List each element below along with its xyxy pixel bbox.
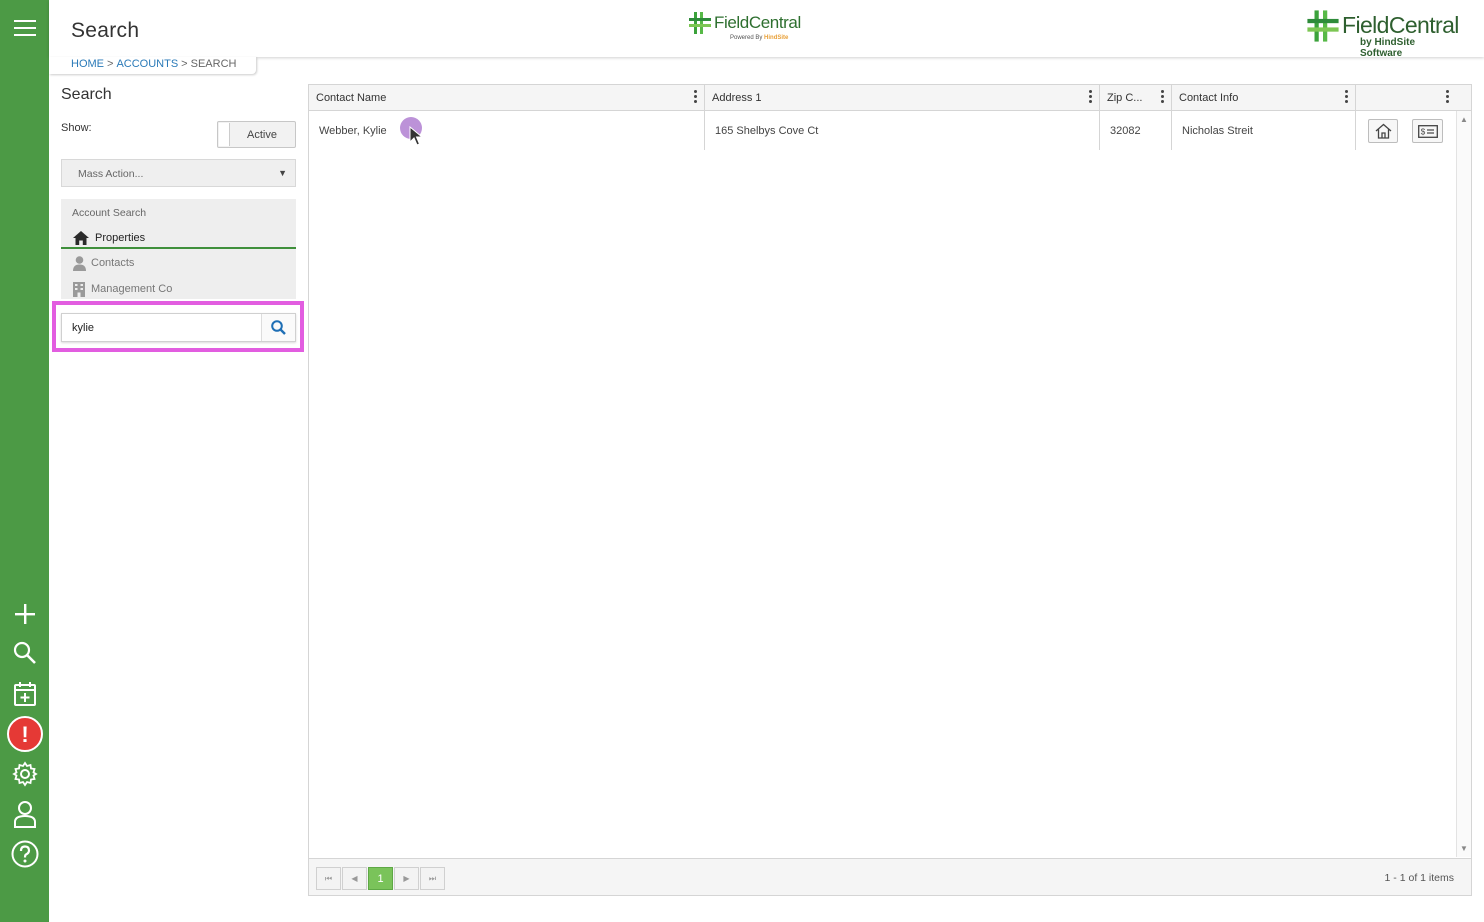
right-logo-brand: FieldCentral (1342, 12, 1459, 38)
last-page-button[interactable]: ⏭ (420, 867, 445, 890)
current-page-button[interactable]: 1 (368, 867, 393, 890)
search-panel-title: Search (61, 86, 112, 103)
scroll-down-icon[interactable]: ▼ (1460, 844, 1468, 853)
results-grid: Contact Name Address 1 Zip C... Contact … (308, 84, 1472, 896)
search-icon (13, 641, 36, 664)
toggle-label: Active (247, 129, 277, 141)
column-menu-icon[interactable] (1345, 90, 1349, 104)
cell-contact-info: Nicholas Streit (1172, 111, 1356, 150)
search-icon (271, 320, 286, 335)
schedule-button[interactable] (0, 676, 49, 712)
svg-text:$: $ (1420, 127, 1425, 136)
right-logo-tagline: by HindSite Software (1360, 37, 1416, 59)
toggle-knob (219, 123, 230, 146)
pager-info: 1 - 1 of 1 items (1384, 872, 1454, 884)
center-logo: FieldCentral Powered By HindSite (688, 11, 801, 47)
profile-button[interactable] (0, 796, 49, 832)
cursor-arrow-icon (409, 126, 423, 146)
table-row[interactable]: Webber, Kylie 165 Shelbys Cove Ct 32082 … (309, 111, 1456, 150)
search-submit-button[interactable] (261, 314, 295, 341)
building-icon (73, 282, 85, 297)
column-menu-icon[interactable] (1161, 90, 1165, 104)
breadcrumb: HOME > ACCOUNTS > SEARCH (49, 57, 256, 74)
billing-button[interactable]: $ (1412, 119, 1443, 143)
home-icon (73, 231, 89, 245)
vertical-scrollbar[interactable]: ▲ ▼ (1456, 111, 1471, 857)
help-button[interactable] (0, 836, 49, 872)
mass-action-label: Mass Action... (78, 168, 144, 180)
account-search-properties[interactable]: Properties (61, 227, 296, 249)
column-header-address[interactable]: Address 1 (705, 85, 1100, 111)
account-search-heading: Account Search (72, 207, 147, 219)
center-logo-brand: FieldCentral (714, 13, 801, 32)
column-header-actions[interactable] (1356, 85, 1456, 111)
search-input[interactable] (62, 314, 262, 341)
settings-button[interactable] (0, 756, 49, 792)
menu-icon (13, 20, 36, 36)
left-rail: ! (0, 0, 49, 922)
breadcrumb-accounts[interactable]: ACCOUNTS (116, 58, 178, 70)
open-property-button[interactable] (1368, 119, 1398, 143)
account-search-management[interactable]: Management Co (61, 278, 296, 300)
column-menu-icon[interactable] (1446, 90, 1450, 104)
user-icon (13, 801, 36, 828)
calendar-add-icon (13, 682, 36, 706)
grid-pager: ⏮ ◀ 1 ▶ ⏭ 1 - 1 of 1 items (309, 858, 1471, 895)
active-toggle[interactable]: Active (217, 121, 296, 148)
scroll-up-icon[interactable]: ▲ (1460, 115, 1468, 124)
show-label: Show: (61, 122, 92, 134)
menu-button[interactable] (0, 10, 49, 46)
account-search-contacts[interactable]: Contacts (61, 252, 296, 274)
properties-label: Properties (95, 232, 146, 244)
billing-icon: $ (1417, 124, 1438, 138)
chevron-down-icon: ▼ (278, 168, 287, 178)
person-icon (73, 256, 86, 271)
add-button[interactable] (0, 596, 49, 632)
management-label: Management Co (91, 283, 173, 295)
help-icon (11, 840, 38, 868)
column-header-contact-info[interactable]: Contact Info (1172, 85, 1356, 111)
breadcrumb-current: SEARCH (190, 58, 237, 70)
search-box (61, 313, 296, 342)
cell-actions: $ (1356, 111, 1456, 150)
center-logo-powered: Powered By HindSite (730, 35, 789, 41)
column-menu-icon[interactable] (1089, 90, 1093, 104)
first-page-button[interactable]: ⏮ (316, 867, 341, 890)
prev-page-button[interactable]: ◀ (342, 867, 367, 890)
alert-icon: ! (6, 716, 43, 752)
cell-zip: 32082 (1100, 111, 1172, 150)
grid-header: Contact Name Address 1 Zip C... Contact … (309, 85, 1471, 111)
home-icon (1375, 123, 1391, 139)
plus-icon (14, 604, 35, 624)
page-title: Search (71, 19, 140, 42)
column-header-zip[interactable]: Zip C... (1100, 85, 1172, 111)
mass-action-dropdown[interactable]: Mass Action... ▼ (61, 159, 296, 187)
cell-contact-name: Webber, Kylie (309, 111, 705, 150)
breadcrumb-home[interactable]: HOME (71, 58, 104, 70)
search-nav-button[interactable] (0, 635, 49, 671)
gear-icon (11, 761, 38, 787)
right-logo: FieldCentral by HindSite Software (1306, 8, 1459, 59)
fieldcentral-mark-icon (689, 12, 711, 34)
fieldcentral-mark-icon (1307, 10, 1339, 42)
next-page-button[interactable]: ▶ (394, 867, 419, 890)
column-header-contact-name[interactable]: Contact Name (309, 85, 705, 111)
cell-address: 165 Shelbys Cove Ct (705, 111, 1100, 150)
alerts-button[interactable]: ! (0, 716, 49, 752)
alert-glyph: ! (21, 722, 28, 747)
column-menu-icon[interactable] (694, 90, 698, 104)
account-search-box: Account Search Properties Contacts Manag… (61, 199, 296, 299)
contacts-label: Contacts (91, 257, 135, 269)
